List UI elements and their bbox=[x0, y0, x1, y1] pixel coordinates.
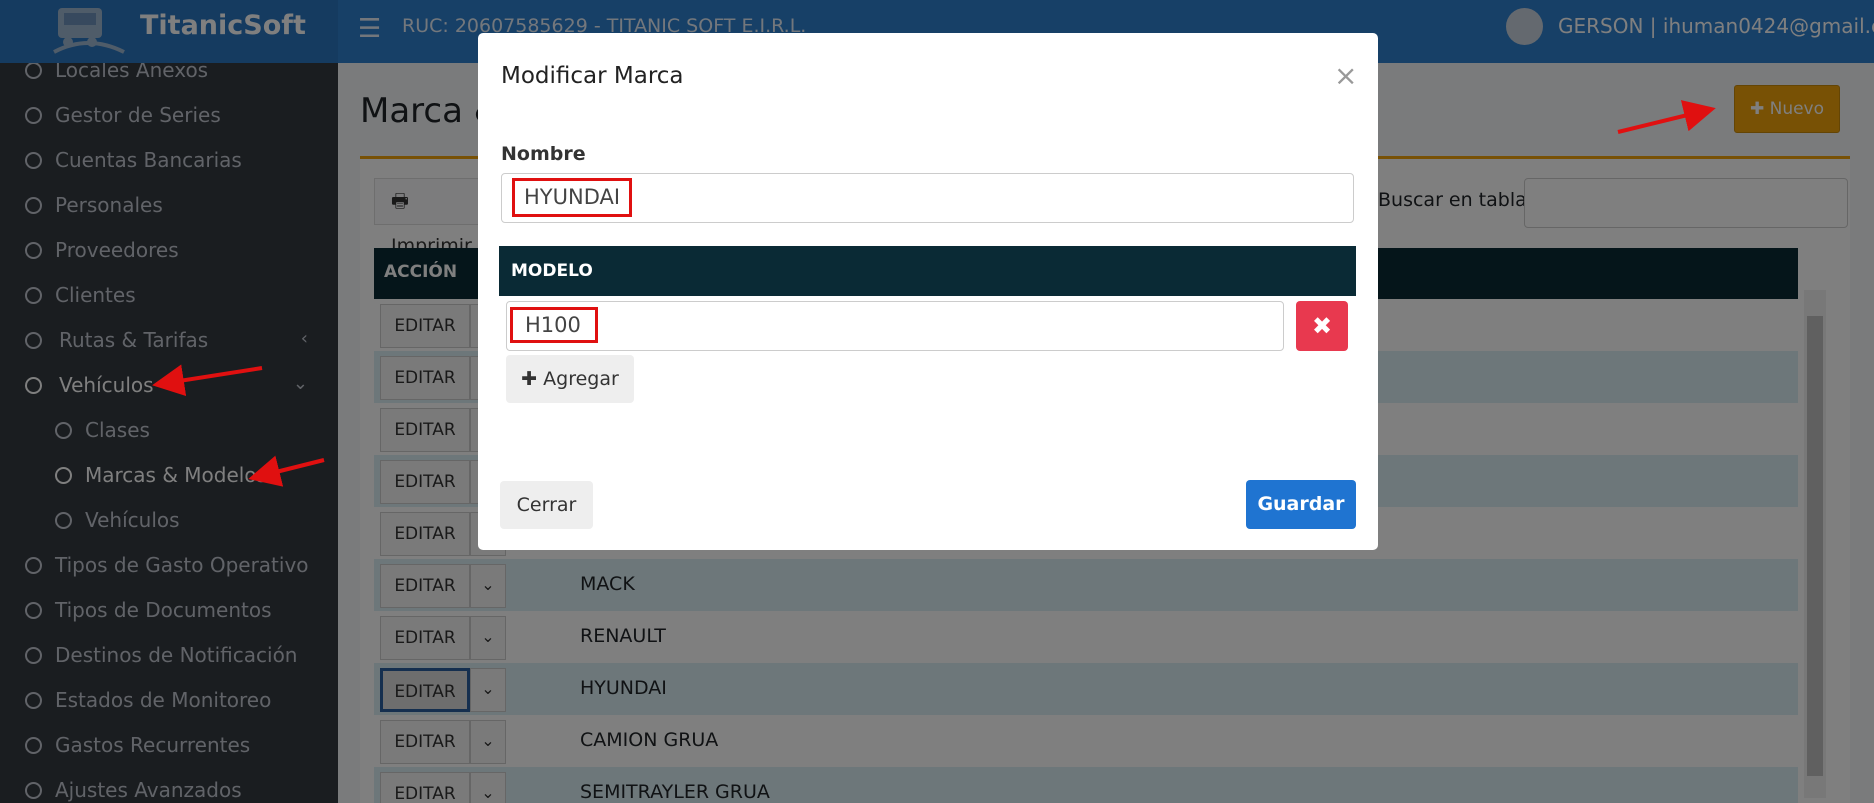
plus-icon: ✚ bbox=[521, 368, 544, 390]
edit-brand-modal: Modificar Marca × Nombre HYUNDAI MODELO … bbox=[478, 33, 1378, 550]
brand-name-input[interactable]: HYUNDAI bbox=[501, 173, 1354, 223]
nombre-label: Nombre bbox=[501, 143, 586, 165]
brand-name-value: HYUNDAI bbox=[512, 178, 633, 217]
model-input[interactable]: H100 bbox=[506, 301, 1284, 351]
add-model-button[interactable]: ✚ Agregar bbox=[506, 355, 634, 403]
modal-title: Modificar Marca bbox=[501, 63, 684, 89]
model-table-header: MODELO bbox=[499, 246, 1356, 296]
delete-model-button[interactable]: ✖ bbox=[1296, 301, 1348, 351]
save-button[interactable]: Guardar bbox=[1246, 480, 1356, 529]
column-header-modelo: MODELO bbox=[511, 261, 593, 281]
model-value: H100 bbox=[510, 307, 598, 343]
close-icon[interactable]: × bbox=[1334, 59, 1357, 92]
cancel-button[interactable]: Cerrar bbox=[500, 481, 593, 529]
close-icon: ✖ bbox=[1311, 312, 1333, 340]
